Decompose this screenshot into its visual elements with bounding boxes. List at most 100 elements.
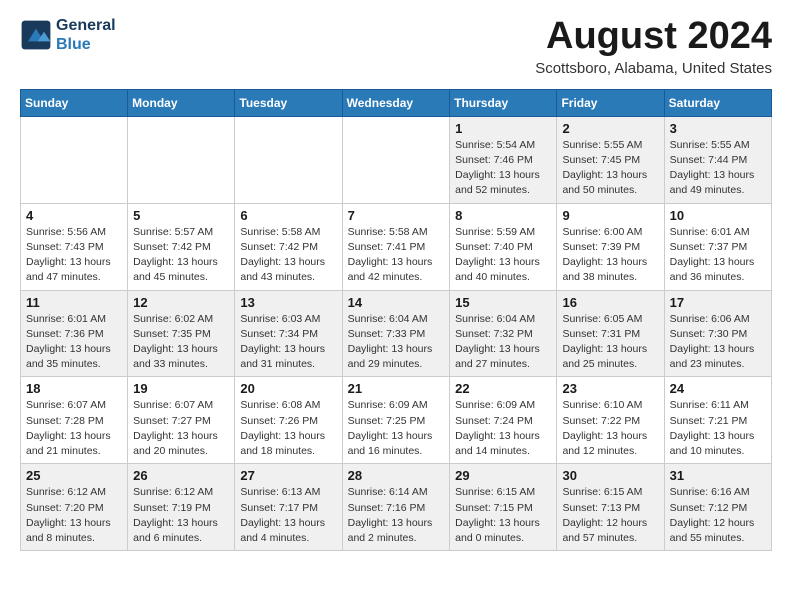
day-number: 1: [455, 121, 551, 136]
table-row: 28Sunrise: 6:14 AMSunset: 7:16 PMDayligh…: [342, 464, 450, 551]
day-info: Sunrise: 6:00 AMSunset: 7:39 PMDaylight:…: [562, 225, 658, 286]
logo-text: General Blue: [56, 16, 116, 54]
day-number: 30: [562, 468, 658, 483]
table-row: 22 Sunrise: 6:09 AMSunset: 7:24 PMDayligh…: [450, 377, 557, 464]
table-row: [21, 116, 128, 203]
day-info: Sunrise: 6:13 AMSunset: 7:17 PMDaylight:…: [240, 485, 336, 546]
day-info: Sunrise: 5:59 AMSunset: 7:40 PMDaylight:…: [455, 225, 551, 286]
calendar-week-row: 18 Sunrise: 6:07 AMSunset: 7:28 PMDayligh…: [21, 377, 772, 464]
table-row: 5Sunrise: 5:57 AMSunset: 7:42 PMDaylight…: [128, 203, 235, 290]
day-number: 23: [562, 381, 658, 396]
day-number: 31: [670, 468, 766, 483]
table-row: 26 Sunrise: 6:12 AMSunset: 7:19 PMDayligh…: [128, 464, 235, 551]
day-number: 18: [26, 381, 122, 396]
day-number: 14: [348, 295, 445, 310]
day-info: Sunrise: 6:09 AMSunset: 7:24 PMDaylight:…: [455, 398, 551, 459]
day-info: Sunrise: 6:01 AMSunset: 7:37 PMDaylight:…: [670, 225, 766, 286]
day-info: Sunrise: 6:10 AMSunset: 7:22 PMDaylight:…: [562, 398, 658, 459]
day-number: 17: [670, 295, 766, 310]
day-number: 12: [133, 295, 229, 310]
day-number: 16: [562, 295, 658, 310]
table-row: 30 Sunrise: 6:15 AMSunset: 7:13 PMDayligh…: [557, 464, 664, 551]
day-number: 2: [562, 121, 658, 136]
day-info: Sunrise: 6:05 AMSunset: 7:31 PMDaylight:…: [562, 312, 658, 373]
day-number: 3: [670, 121, 766, 136]
day-info: Sunrise: 5:54 AMSunset: 7:46 PMDaylight:…: [455, 138, 551, 199]
day-number: 10: [670, 208, 766, 223]
day-info: Sunrise: 6:12 AMSunset: 7:20 PMDaylight:…: [26, 485, 122, 546]
table-row: 19 Sunrise: 6:07 AMSunset: 7:27 PMDayligh…: [128, 377, 235, 464]
day-info: Sunrise: 5:55 AMSunset: 7:45 PMDaylight:…: [562, 138, 658, 199]
day-number: 11: [26, 295, 122, 310]
day-info: Sunrise: 6:04 AMSunset: 7:32 PMDaylight:…: [455, 312, 551, 373]
day-info: Sunrise: 5:55 AMSunset: 7:44 PMDaylight:…: [670, 138, 766, 199]
table-row: [128, 116, 235, 203]
col-thursday: Thursday: [450, 89, 557, 116]
table-row: 21 Sunrise: 6:09 AMSunset: 7:25 PMDayligh…: [342, 377, 450, 464]
day-info: Sunrise: 5:56 AMSunset: 7:43 PMDaylight:…: [26, 225, 122, 286]
table-row: 13Sunrise: 6:03 AMSunset: 7:34 PMDayligh…: [235, 290, 342, 377]
day-info: Sunrise: 6:03 AMSunset: 7:34 PMDaylight:…: [240, 312, 336, 373]
day-info: Sunrise: 6:08 AMSunset: 7:26 PMDaylight:…: [240, 398, 336, 459]
header: General Blue August 2024 Scottsboro, Ala…: [20, 16, 772, 77]
day-info: Sunrise: 6:15 AMSunset: 7:13 PMDaylight:…: [562, 485, 658, 546]
table-row: 31 Sunrise: 6:16 AMSunset: 7:12 PMDayligh…: [664, 464, 771, 551]
day-number: 21: [348, 381, 445, 396]
table-row: 12Sunrise: 6:02 AMSunset: 7:35 PMDayligh…: [128, 290, 235, 377]
table-row: 20 Sunrise: 6:08 AMSunset: 7:26 PMDayligh…: [235, 377, 342, 464]
col-monday: Monday: [128, 89, 235, 116]
day-number: 27: [240, 468, 336, 483]
day-info: Sunrise: 6:07 AMSunset: 7:27 PMDaylight:…: [133, 398, 229, 459]
day-info: Sunrise: 6:04 AMSunset: 7:33 PMDaylight:…: [348, 312, 445, 373]
day-number: 15: [455, 295, 551, 310]
day-info: Sunrise: 6:09 AMSunset: 7:25 PMDaylight:…: [348, 398, 445, 459]
day-number: 29: [455, 468, 551, 483]
day-info: Sunrise: 6:06 AMSunset: 7:30 PMDaylight:…: [670, 312, 766, 373]
table-row: 25 Sunrise: 6:12 AMSunset: 7:20 PMDayligh…: [21, 464, 128, 551]
table-row: 8 Sunrise: 5:59 AMSunset: 7:40 PMDaylight…: [450, 203, 557, 290]
table-row: 10 Sunrise: 6:01 AMSunset: 7:37 PMDayligh…: [664, 203, 771, 290]
day-number: 26: [133, 468, 229, 483]
logo-icon: [20, 19, 52, 51]
calendar-week-row: 4Sunrise: 5:56 AMSunset: 7:43 PMDaylight…: [21, 203, 772, 290]
day-info: Sunrise: 6:16 AMSunset: 7:12 PMDaylight:…: [670, 485, 766, 546]
col-saturday: Saturday: [664, 89, 771, 116]
day-info: Sunrise: 6:12 AMSunset: 7:19 PMDaylight:…: [133, 485, 229, 546]
calendar-table: Sunday Monday Tuesday Wednesday Thursday…: [20, 89, 772, 551]
day-number: 24: [670, 381, 766, 396]
calendar-week-row: 11 Sunrise: 6:01 AMSunset: 7:36 PMDayligh…: [21, 290, 772, 377]
table-row: 16 Sunrise: 6:05 AMSunset: 7:31 PMDayligh…: [557, 290, 664, 377]
logo: General Blue: [20, 16, 116, 54]
table-row: [235, 116, 342, 203]
table-row: 27 Sunrise: 6:13 AMSunset: 7:17 PMDayligh…: [235, 464, 342, 551]
table-row: 11 Sunrise: 6:01 AMSunset: 7:36 PMDayligh…: [21, 290, 128, 377]
day-info: Sunrise: 6:07 AMSunset: 7:28 PMDaylight:…: [26, 398, 122, 459]
table-row: 3 Sunrise: 5:55 AMSunset: 7:44 PMDaylight…: [664, 116, 771, 203]
day-info: Sunrise: 6:15 AMSunset: 7:15 PMDaylight:…: [455, 485, 551, 546]
table-row: [342, 116, 450, 203]
day-number: 20: [240, 381, 336, 396]
day-number: 8: [455, 208, 551, 223]
day-info: Sunrise: 5:57 AMSunset: 7:42 PMDaylight:…: [133, 225, 229, 286]
day-number: 7: [348, 208, 445, 223]
day-number: 28: [348, 468, 445, 483]
table-row: 14 Sunrise: 6:04 AMSunset: 7:33 PMDayligh…: [342, 290, 450, 377]
title-section: August 2024 Scottsboro, Alabama, United …: [535, 16, 772, 77]
table-row: 18 Sunrise: 6:07 AMSunset: 7:28 PMDayligh…: [21, 377, 128, 464]
table-row: 15 Sunrise: 6:04 AMSunset: 7:32 PMDayligh…: [450, 290, 557, 377]
col-friday: Friday: [557, 89, 664, 116]
table-row: 23 Sunrise: 6:10 AMSunset: 7:22 PMDayligh…: [557, 377, 664, 464]
day-number: 25: [26, 468, 122, 483]
table-row: 2 Sunrise: 5:55 AMSunset: 7:45 PMDaylight…: [557, 116, 664, 203]
col-tuesday: Tuesday: [235, 89, 342, 116]
day-info: Sunrise: 5:58 AMSunset: 7:42 PMDaylight:…: [240, 225, 336, 286]
table-row: 4Sunrise: 5:56 AMSunset: 7:43 PMDaylight…: [21, 203, 128, 290]
day-number: 22: [455, 381, 551, 396]
calendar-header-row: Sunday Monday Tuesday Wednesday Thursday…: [21, 89, 772, 116]
day-number: 19: [133, 381, 229, 396]
table-row: 17 Sunrise: 6:06 AMSunset: 7:30 PMDayligh…: [664, 290, 771, 377]
col-wednesday: Wednesday: [342, 89, 450, 116]
calendar-week-row: 1 Sunrise: 5:54 AMSunset: 7:46 PMDaylight…: [21, 116, 772, 203]
table-row: 1 Sunrise: 5:54 AMSunset: 7:46 PMDaylight…: [450, 116, 557, 203]
day-info: Sunrise: 6:01 AMSunset: 7:36 PMDaylight:…: [26, 312, 122, 373]
